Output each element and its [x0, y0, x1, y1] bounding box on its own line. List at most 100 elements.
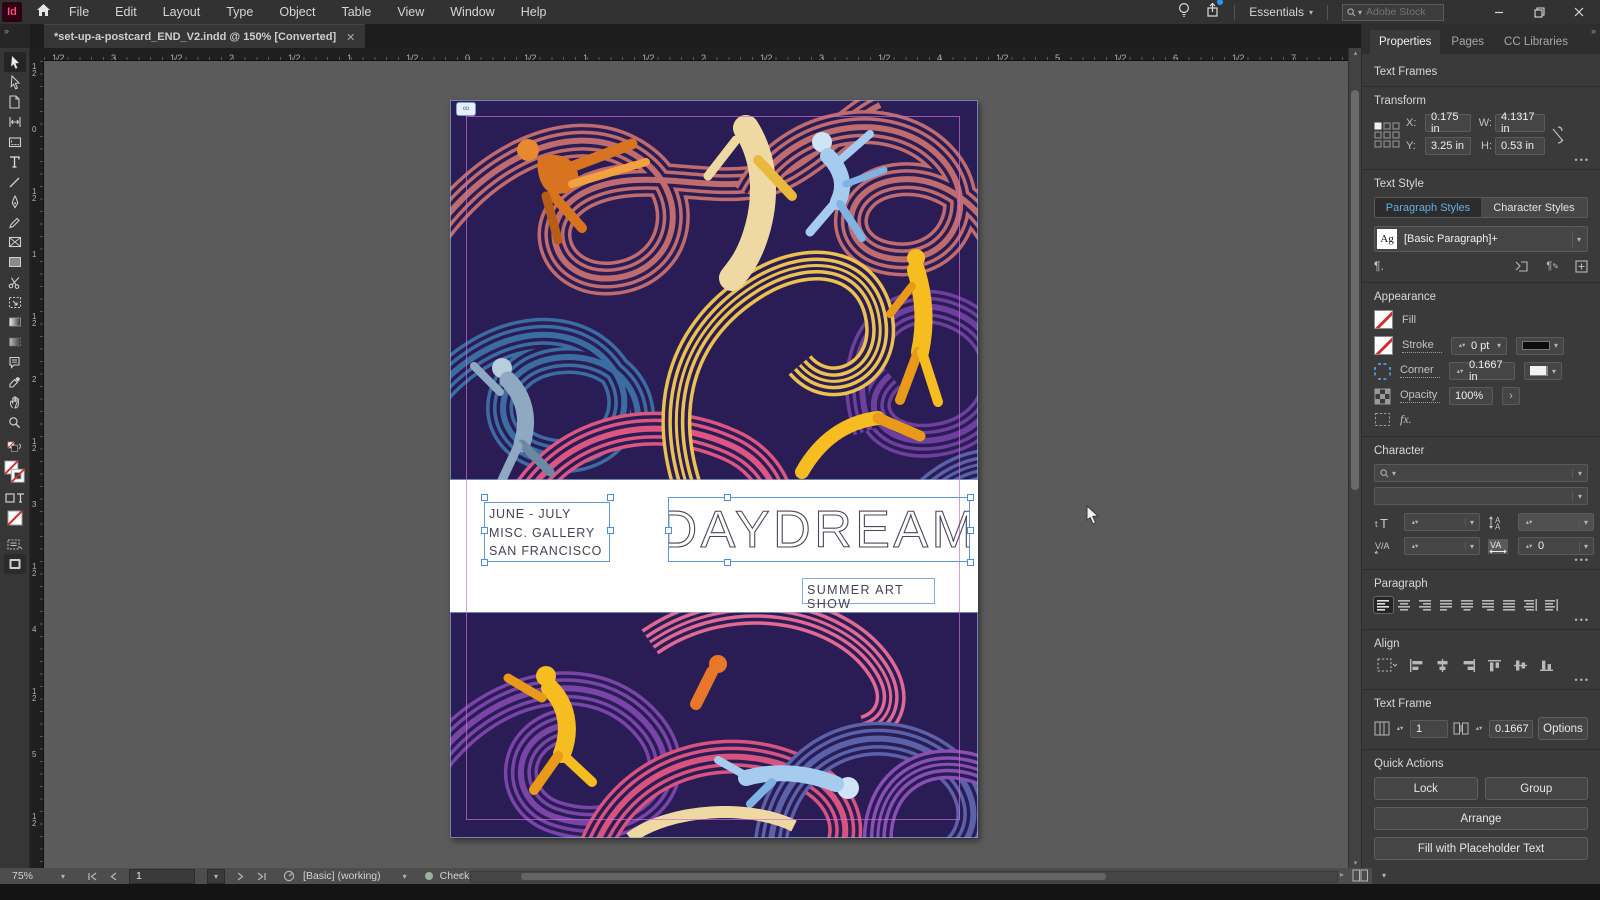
- selection-handle[interactable]: [967, 494, 974, 501]
- kerning-field[interactable]: ▴▾ ▾: [1404, 537, 1480, 555]
- eyedropper-tool[interactable]: [4, 372, 26, 392]
- canvas-pasteboard[interactable]: ∞ JUNE - JULY MISC. GALLERY SAN FRANCISCO …: [44, 61, 1348, 868]
- h-field[interactable]: 0.53 in: [1495, 137, 1545, 155]
- clear-overrides-icon[interactable]: ¶✎: [1546, 260, 1559, 272]
- horizontal-ruler[interactable]: 1/2 3 1/2 2 1/2 1 1/2 0 1/2 1 1/2 2 1/2 3 1/2 4 1/2 5 1/2 6…: [44, 48, 1348, 61]
- character-styles-tab[interactable]: Character Styles: [1481, 198, 1587, 217]
- menu-item[interactable]: View: [397, 5, 424, 19]
- selection-handle[interactable]: [481, 559, 488, 566]
- close-tab-icon[interactable]: ✕: [346, 31, 355, 44]
- gutter-field[interactable]: 0.1667: [1489, 719, 1533, 738]
- chevron-down-icon[interactable]: ▾: [1554, 341, 1558, 350]
- default-fill-stroke-icon[interactable]: [4, 438, 26, 458]
- chevron-down-icon[interactable]: ▾: [1497, 341, 1501, 350]
- subtitle-text-frame[interactable]: SUMMER ART SHOW: [802, 578, 935, 611]
- preflight-menu[interactable]: [Basic] (working) ▾: [283, 870, 407, 882]
- vertical-scrollbar[interactable]: ▴ ▾: [1348, 48, 1362, 868]
- fill-placeholder-button[interactable]: Fill with Placeholder Text: [1374, 837, 1588, 860]
- x-field[interactable]: 0.175 in: [1425, 111, 1471, 135]
- spread-view-icon[interactable]: [1352, 869, 1369, 882]
- redefine-style-icon[interactable]: [1514, 260, 1530, 273]
- rectangle-tool[interactable]: [4, 252, 26, 272]
- chevron-down-icon[interactable]: ▾: [1552, 367, 1556, 376]
- align-hcenter-button[interactable]: [1433, 657, 1452, 673]
- stroke-weight-field[interactable]: ▴▾ 0 pt ▾: [1451, 336, 1507, 355]
- font-style-dropdown[interactable]: ▾: [1374, 487, 1588, 505]
- learn-bulb-icon[interactable]: [1177, 2, 1191, 23]
- tab-pages[interactable]: Pages: [1442, 30, 1493, 54]
- screen-mode-icon[interactable]: [3, 554, 26, 574]
- font-size-field[interactable]: ▴▾ ▾: [1404, 513, 1480, 531]
- page-number-dropdown[interactable]: ▾: [207, 868, 226, 884]
- corner-options-icon[interactable]: [1374, 362, 1391, 380]
- selection-handle[interactable]: [724, 494, 731, 501]
- scroll-right-icon[interactable]: ▸: [1340, 870, 1344, 879]
- content-collector-tool[interactable]: [4, 132, 26, 152]
- info-text-frame[interactable]: JUNE - JULY MISC. GALLERY SAN FRANCISCO: [484, 502, 610, 562]
- selection-handle[interactable]: [724, 559, 731, 566]
- menu-item[interactable]: Edit: [115, 5, 137, 19]
- justify-all-button[interactable]: [1500, 597, 1519, 613]
- pencil-tool[interactable]: [4, 212, 26, 232]
- menu-item[interactable]: File: [69, 5, 89, 19]
- text-frame-options-button[interactable]: Options: [1538, 717, 1588, 740]
- stepper-icon[interactable]: ▴▾: [1474, 725, 1484, 732]
- share-icon[interactable]: [1205, 0, 1224, 23]
- reference-point-proxy[interactable]: [1374, 122, 1400, 148]
- horizontal-scroll-thumb[interactable]: [521, 873, 1106, 880]
- frame-handle[interactable]: [665, 527, 672, 534]
- direct-selection-tool[interactable]: [4, 72, 26, 92]
- vertical-scroll-thumb[interactable]: [1351, 90, 1359, 490]
- align-right-button[interactable]: [1416, 597, 1435, 613]
- ruler-origin-box[interactable]: [30, 48, 45, 62]
- align-away-spine-button[interactable]: [1542, 597, 1561, 613]
- selection-tool[interactable]: [3, 52, 26, 72]
- corner-style-dropdown[interactable]: ▾: [1524, 362, 1562, 380]
- opacity-field[interactable]: 100%: [1449, 387, 1493, 405]
- next-page-button[interactable]: [237, 872, 244, 881]
- search-input[interactable]: [1364, 5, 1431, 19]
- font-family-dropdown[interactable]: ▾ ▾: [1374, 464, 1588, 482]
- type-tool[interactable]: [4, 152, 26, 172]
- w-field[interactable]: 4.1317 in: [1495, 111, 1545, 135]
- restore-button[interactable]: [1526, 1, 1552, 23]
- close-button[interactable]: [1566, 1, 1592, 23]
- lock-button[interactable]: Lock: [1374, 777, 1478, 800]
- first-page-button[interactable]: [87, 872, 98, 881]
- selection-handle[interactable]: [967, 559, 974, 566]
- group-button[interactable]: Group: [1484, 777, 1588, 800]
- hand-tool[interactable]: [4, 392, 26, 412]
- gradient-feather-tool[interactable]: [4, 332, 26, 352]
- stroke-style-dropdown[interactable]: ▾: [1516, 336, 1564, 355]
- note-tool[interactable]: [4, 352, 26, 372]
- apply-none-button[interactable]: [4, 508, 26, 528]
- stroke-swatch[interactable]: [1374, 336, 1393, 355]
- leading-field[interactable]: ▴▾ ▾: [1518, 513, 1594, 531]
- menu-item[interactable]: Layout: [163, 5, 201, 19]
- fx-label[interactable]: fx.: [1400, 412, 1412, 427]
- tracking-field[interactable]: ▴▾ 0 ▾: [1518, 537, 1594, 555]
- scroll-left-icon[interactable]: ◂: [458, 870, 462, 879]
- align-left-button[interactable]: [1373, 596, 1394, 614]
- selection-handle[interactable]: [481, 527, 488, 534]
- columns-field[interactable]: 1: [1410, 719, 1448, 738]
- opacity-label[interactable]: Opacity: [1400, 389, 1440, 403]
- align-toward-spine-button[interactable]: [1521, 597, 1540, 613]
- menu-item[interactable]: Window: [450, 5, 494, 19]
- opacity-expand-button[interactable]: ›: [1502, 387, 1520, 405]
- chevron-down-icon[interactable]: ▾: [1571, 230, 1585, 248]
- corner-radius-field[interactable]: ▴▾ 0.1667 in: [1449, 359, 1515, 383]
- paragraph-style-dropdown[interactable]: Ag [Basic Paragraph]+ ▾: [1374, 226, 1588, 252]
- pen-tool[interactable]: [4, 192, 26, 212]
- stock-search[interactable]: ▾: [1342, 3, 1444, 21]
- zoom-tool[interactable]: [4, 412, 26, 432]
- chevron-down-icon[interactable]: ▾: [1382, 871, 1386, 880]
- scissors-tool[interactable]: [4, 272, 26, 292]
- tools-collapse-strip[interactable]: »: [0, 24, 30, 48]
- artwork-top-image[interactable]: [450, 100, 978, 480]
- stepper-icon[interactable]: ▴▾: [1457, 342, 1467, 349]
- stepper-icon[interactable]: ▴▾: [1455, 368, 1465, 375]
- align-top-edges-button[interactable]: [1485, 657, 1504, 673]
- gradient-swatch-tool[interactable]: [4, 312, 26, 332]
- align-right-edges-button[interactable]: [1459, 657, 1478, 673]
